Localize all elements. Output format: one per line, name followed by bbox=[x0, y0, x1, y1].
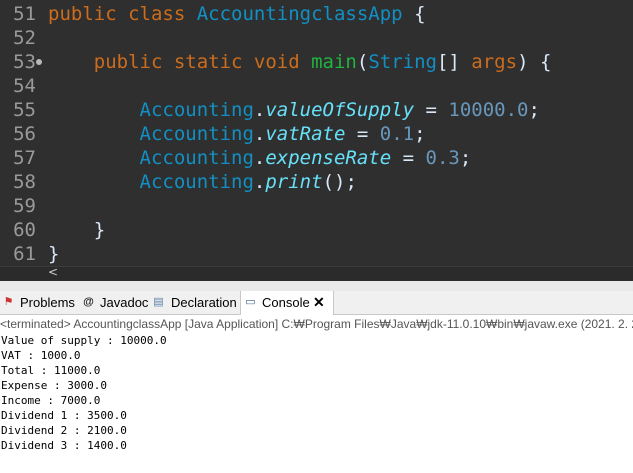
output-line: Income : 7000.0 bbox=[1, 394, 101, 407]
code-line[interactable]: 59 bbox=[0, 194, 633, 218]
output-line: VAT : 1000.0 bbox=[1, 349, 81, 362]
code-token: vatRate bbox=[265, 123, 346, 145]
output-line: Dividend 1 : 3500.0 bbox=[1, 409, 127, 422]
line-number: 61 bbox=[13, 243, 36, 265]
code-text: } bbox=[48, 242, 59, 266]
fold-marker-icon[interactable] bbox=[36, 59, 42, 65]
line-number: 58 bbox=[13, 171, 36, 193]
code-line[interactable]: 60 } bbox=[0, 218, 633, 242]
tab-declaration[interactable]: ▤ Declaration bbox=[152, 291, 236, 314]
code-token: [] bbox=[436, 51, 472, 73]
output-line: Dividend 2 : 2100.0 bbox=[1, 424, 127, 437]
tab-label: Javadoc bbox=[100, 295, 149, 310]
code-token: args bbox=[471, 51, 518, 73]
line-number: 54 bbox=[13, 75, 36, 97]
code-token: print bbox=[265, 171, 323, 193]
code-token: 0.1 bbox=[379, 123, 415, 145]
code-token: 0.3 bbox=[425, 147, 460, 169]
code-line[interactable]: 51 public class AccountingclassApp { bbox=[0, 2, 633, 26]
code-text: Accounting.vatRate = 0.1; bbox=[48, 122, 426, 146]
code-token: . bbox=[253, 123, 266, 145]
tab-label: Problems bbox=[20, 295, 75, 310]
code-token: AccountingclassApp bbox=[196, 3, 403, 25]
code-line[interactable]: 55 Accounting.valueOfSupply = 10000.0; bbox=[0, 98, 633, 122]
declaration-icon: ▤ bbox=[153, 296, 164, 308]
code-token: } bbox=[48, 243, 60, 265]
code-line[interactable]: 56 Accounting.vatRate = 0.1; bbox=[0, 122, 633, 146]
close-icon[interactable]: ✕ bbox=[313, 291, 325, 314]
code-token: = bbox=[391, 147, 426, 169]
code-token: Accounting bbox=[139, 171, 254, 193]
code-text: Accounting.valueOfSupply = 10000.0; bbox=[48, 98, 540, 122]
code-token: ; bbox=[459, 147, 472, 169]
output-line: Value of supply : 10000.0 bbox=[1, 334, 167, 347]
code-editor[interactable]: 51 public class AccountingclassApp {52 53 … bbox=[0, 0, 633, 266]
line-number: 52 bbox=[13, 27, 36, 49]
code-token: { bbox=[402, 3, 426, 25]
code-line[interactable]: 61} bbox=[0, 242, 633, 266]
code-token: ( bbox=[356, 51, 369, 73]
code-text: } bbox=[48, 218, 105, 242]
code-token: ) { bbox=[517, 51, 552, 73]
code-text: Accounting.print(); bbox=[48, 170, 357, 194]
code-token: Accounting bbox=[139, 99, 254, 121]
code-token: . bbox=[253, 99, 266, 121]
output-line: Expense : 3000.0 bbox=[1, 379, 107, 392]
editor-horizontal-scrollbar[interactable]: < bbox=[0, 265, 633, 281]
code-token: = bbox=[414, 99, 449, 121]
code-line[interactable]: 53 public static void main(String[] args… bbox=[0, 50, 633, 74]
code-line[interactable]: 58 Accounting.print(); bbox=[0, 170, 633, 194]
code-token: expenseRate bbox=[265, 147, 392, 169]
code-token: (); bbox=[322, 171, 357, 193]
tab-label: Declaration bbox=[171, 295, 237, 310]
code-line[interactable]: 57 Accounting.expenseRate = 0.3; bbox=[0, 146, 633, 170]
code-token: valueOfSupply bbox=[265, 99, 415, 121]
tab-problems[interactable]: ⚑ Problems bbox=[0, 291, 75, 314]
line-number: 55 bbox=[13, 99, 36, 121]
output-line: Total : 11000.0 bbox=[1, 364, 101, 377]
problems-icon: ⚑ bbox=[3, 296, 14, 308]
line-number: 59 bbox=[13, 195, 36, 217]
code-token: ; bbox=[528, 99, 540, 121]
code-token: = bbox=[345, 123, 380, 145]
console-status: <terminated> AccountingclassApp [Java Ap… bbox=[0, 317, 633, 331]
code-line[interactable]: 54 bbox=[0, 74, 633, 98]
line-number: 51 bbox=[13, 3, 36, 25]
tab-label: Console bbox=[262, 295, 310, 310]
code-token: . bbox=[253, 171, 266, 193]
tab-console[interactable]: ▭ Console ✕ bbox=[240, 291, 334, 315]
code-token: main bbox=[311, 51, 357, 73]
code-text: Accounting.expenseRate = 0.3; bbox=[48, 146, 472, 170]
code-token: ; bbox=[414, 123, 426, 145]
code-token: 10000.0 bbox=[448, 99, 529, 121]
code-text: public class AccountingclassApp { bbox=[48, 2, 426, 26]
scroll-left-icon[interactable]: < bbox=[48, 265, 58, 279]
code-token: Accounting bbox=[139, 123, 254, 145]
console-output: Value of supply : 10000.0 VAT : 1000.0 T… bbox=[1, 333, 167, 453]
code-token: public class bbox=[48, 3, 197, 25]
line-number: 53 bbox=[13, 51, 36, 73]
output-line: Dividend 3 : 1400.0 bbox=[1, 439, 127, 452]
tab-javadoc[interactable]: @ Javadoc bbox=[82, 291, 148, 314]
javadoc-icon: @ bbox=[83, 296, 94, 308]
code-token: Accounting bbox=[139, 147, 254, 169]
line-number: 60 bbox=[13, 219, 36, 241]
view-tab-bar: ⚑ Problems @ Javadoc ▤ Declaration ▭ Con… bbox=[0, 291, 633, 315]
line-number: 56 bbox=[13, 123, 36, 145]
code-token: } bbox=[48, 219, 106, 241]
code-token: . bbox=[253, 147, 266, 169]
view-divider bbox=[0, 281, 633, 291]
line-number: 57 bbox=[13, 147, 36, 169]
code-text: public static void main(String[] args) { bbox=[48, 50, 552, 74]
console-icon: ▭ bbox=[245, 296, 256, 308]
code-token: String bbox=[368, 51, 437, 73]
code-token: public static void bbox=[48, 51, 312, 73]
code-line[interactable]: 52 bbox=[0, 26, 633, 50]
console-view[interactable]: <terminated> AccountingclassApp [Java Ap… bbox=[0, 315, 633, 473]
